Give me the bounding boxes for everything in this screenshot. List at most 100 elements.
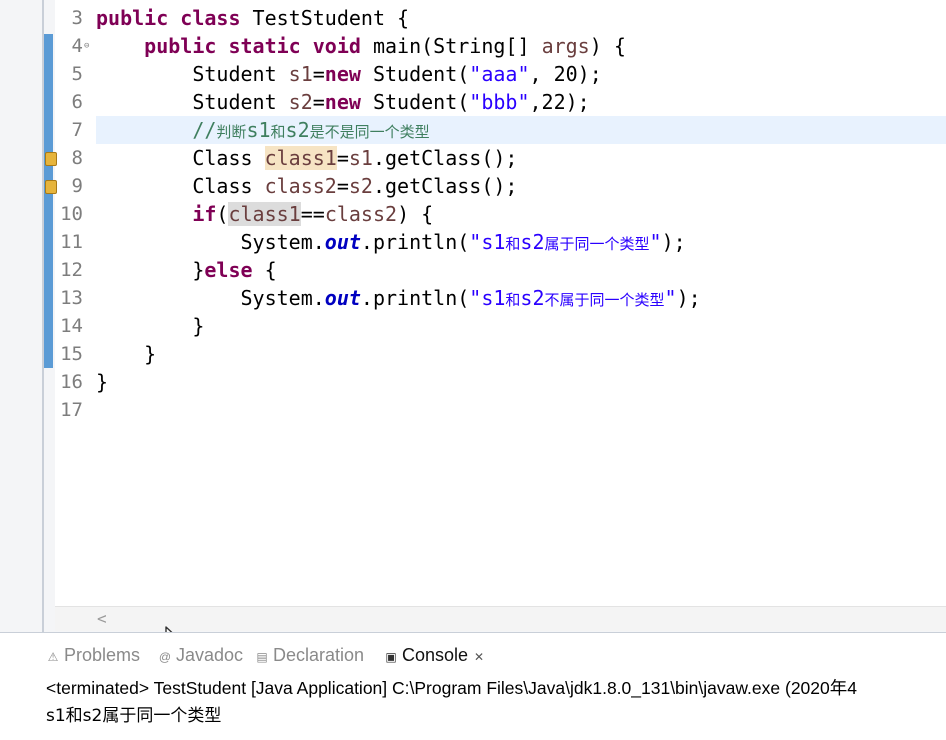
line-number: 8 [71, 147, 83, 169]
code-token: ( [216, 202, 229, 226]
tab-label: Declaration [273, 645, 365, 665]
code-token: , 20); [529, 62, 602, 86]
code-token: static [228, 34, 301, 58]
code-token: { [252, 258, 277, 282]
code-editor[interactable]: 3 public class TestStudent {4 ⊖ public sta… [0, 0, 946, 632]
line-number: 13 [60, 287, 83, 309]
code-token: public [144, 34, 217, 58]
line-number: 9 [71, 175, 83, 197]
line-number: 12 [60, 259, 83, 281]
code-token: class2 [264, 174, 337, 198]
code-token: } [96, 370, 109, 394]
view-tab-bar: ⚠ Problems @ Javadoc ▤ Declaration ▣ Console ✕ [0, 633, 946, 673]
bottom-view-panel: ⚠ Problems @ Javadoc ▤ Declaration ▣ Console ✕ <… [0, 632, 946, 740]
line-number: 15 [60, 343, 83, 365]
code-line[interactable]: System.out.println("s1和s2不属于同一个类型"); [96, 284, 701, 314]
code-token: new [324, 90, 361, 114]
code-token: = [336, 174, 349, 198]
code-token: void [312, 34, 361, 58]
console-status-line: <terminated> TestStudent [Java Applicati… [46, 678, 857, 698]
code-line[interactable]: } [96, 340, 156, 368]
code-line[interactable]: System.out.println("s1和s2属于同一个类型"); [96, 228, 686, 258]
code-line[interactable]: Class class1=s1.getClass(); [96, 144, 517, 172]
code-token: "s1和s2属于同一个类型" [469, 230, 662, 254]
code-line[interactable]: Student s2=new Student("bbb",22); [96, 88, 590, 116]
scroll-left-arrow-icon[interactable]: < [97, 607, 107, 631]
code-token: System. [96, 286, 325, 310]
code-token: = [312, 62, 325, 86]
code-token: new [324, 62, 361, 86]
code-token: class [180, 6, 241, 30]
line-number: 11 [60, 231, 83, 253]
code-token: } [96, 342, 157, 366]
code-token: class2 [324, 202, 398, 226]
line-number: 3 [71, 7, 83, 29]
code-token: ,22); [529, 90, 590, 114]
problems-icon: ⚠ [47, 650, 59, 664]
code-token: //判断s1和s2是不是同一个类型 [192, 118, 430, 142]
code-token: } [96, 258, 205, 282]
code-token: s2 [288, 90, 313, 114]
fold-toggle-icon[interactable]: ⊖ [84, 32, 89, 60]
vertical-ruler [0, 0, 44, 632]
code-token: == [300, 202, 325, 226]
tab-declaration[interactable]: ▤ Declaration [255, 641, 364, 669]
change-marker-bar [44, 34, 53, 368]
code-token: ); [661, 230, 686, 254]
code-token: else [204, 258, 253, 282]
code-line[interactable]: }else { [96, 256, 277, 284]
code-token: Student [96, 62, 289, 86]
code-token: "s1和s2不属于同一个类型" [469, 286, 677, 310]
code-line[interactable]: public class TestStudent { [96, 4, 409, 32]
code-token: = [312, 90, 325, 114]
line-number: 17 [60, 399, 83, 421]
close-icon[interactable]: ✕ [474, 650, 484, 664]
tab-label: Javadoc [176, 645, 244, 665]
code-token: if [192, 202, 217, 226]
code-token: ) { [397, 202, 434, 226]
warning-marker-icon[interactable] [45, 180, 57, 194]
tab-javadoc[interactable]: @ Javadoc [158, 641, 243, 669]
code-token: class1 [228, 202, 301, 226]
code-token: ) { [589, 34, 626, 58]
code-token: System. [96, 230, 325, 254]
code-token: "aaa" [469, 62, 530, 86]
code-line[interactable]: } [96, 368, 108, 396]
line-number: 6 [71, 91, 83, 113]
editor-left-border [42, 0, 44, 632]
code-token: out [324, 230, 361, 254]
line-number: 14 [60, 315, 83, 337]
code-token: public [96, 6, 169, 30]
code-token: = [336, 146, 349, 170]
code-token: .getClass(); [372, 174, 518, 198]
code-token: Student( [360, 62, 470, 86]
code-line[interactable]: if(class1==class2) { [96, 200, 433, 228]
horizontal-scrollbar[interactable]: < [55, 606, 946, 631]
code-line[interactable]: Class class2=s2.getClass(); [96, 172, 517, 200]
code-token: Class [96, 146, 265, 170]
line-number: 16 [60, 371, 83, 393]
code-line[interactable]: Student s1=new Student("aaa", 20); [96, 60, 602, 88]
code-token: Student [96, 90, 289, 114]
javadoc-icon: @ [158, 650, 172, 664]
warning-marker-icon[interactable] [45, 152, 57, 166]
console-icon: ▣ [385, 650, 397, 664]
code-token: s2 [348, 174, 373, 198]
code-token: } [96, 314, 205, 338]
code-token: main(String[] [360, 34, 542, 58]
code-line[interactable]: //判断s1和s2是不是同一个类型 [96, 116, 430, 146]
code-token: TestStudent { [240, 6, 410, 30]
code-line[interactable]: public static void main(String[] args) { [96, 32, 626, 60]
code-token: .println( [360, 286, 470, 310]
tab-console[interactable]: ▣ Console ✕ [384, 641, 485, 669]
code-token: s1 [288, 62, 313, 86]
code-token: ); [676, 286, 701, 310]
tab-problems[interactable]: ⚠ Problems [46, 641, 140, 669]
code-token: .println( [360, 230, 470, 254]
code-line[interactable]: } [96, 312, 204, 340]
code-token: Student( [360, 90, 470, 114]
